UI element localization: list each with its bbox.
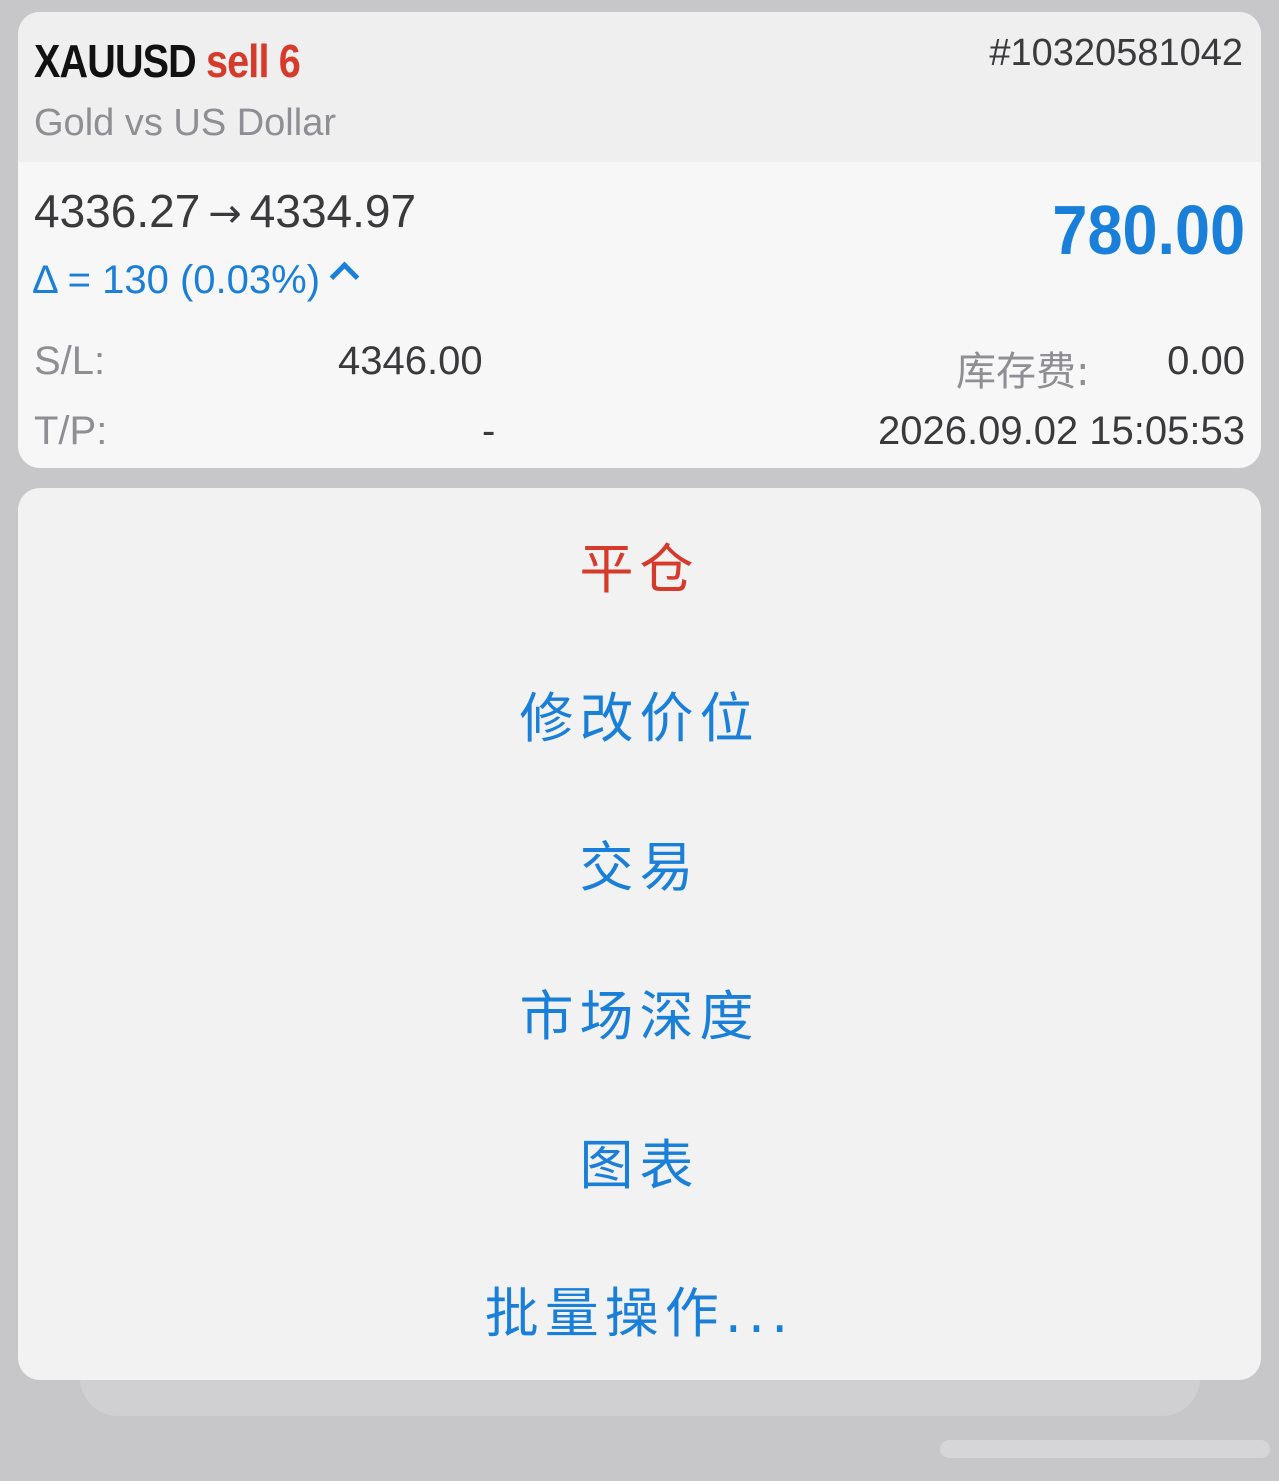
- swap-label: 库存费:: [956, 349, 1090, 395]
- symbol-name: XAUUSD: [34, 35, 197, 87]
- trade-button[interactable]: 交易: [18, 792, 1261, 932]
- bulk-operations-button[interactable]: 批量操作...: [18, 1238, 1261, 1378]
- current-price: 4334.97: [249, 185, 417, 237]
- chevron-up-icon: [329, 261, 360, 292]
- tp-label: T/P:: [34, 409, 108, 453]
- side-volume: sell 6: [206, 35, 301, 87]
- sl-label: S/L:: [34, 339, 106, 383]
- close-position-button[interactable]: 平仓: [18, 494, 1261, 634]
- price-line: 4336.27 → 4334.97: [34, 184, 416, 238]
- sl-value: 4346.00: [338, 339, 483, 383]
- open-time: 2026.09.02 15:05:53: [877, 409, 1245, 453]
- arrow-right-icon: →: [208, 191, 242, 237]
- tp-value: -: [482, 409, 496, 453]
- symbol-description: Gold vs US Dollar: [34, 102, 336, 144]
- price-delta: Δ = 130 (0.03%): [32, 258, 360, 303]
- swap-value: 0.00: [1167, 339, 1245, 383]
- ticket-number: #10320581042: [989, 32, 1243, 74]
- market-depth-button[interactable]: 市场深度: [18, 941, 1261, 1081]
- profit-value: 780.00: [1052, 191, 1245, 269]
- tab-bar-background: [80, 1378, 1200, 1416]
- delta-text: Δ = 130 (0.03%): [32, 258, 321, 302]
- home-indicator: [940, 1440, 1270, 1458]
- action-sheet: 平仓 修改价位 交易 市场深度 图表 批量操作...: [18, 488, 1261, 1380]
- open-price: 4336.27: [34, 185, 201, 237]
- chart-button[interactable]: 图表: [18, 1090, 1261, 1230]
- position-card: XAUUSD sell 6 #10320581042 Gold vs US Do…: [18, 12, 1261, 468]
- position-symbol-line: XAUUSD sell 6: [34, 34, 301, 88]
- position-header: XAUUSD sell 6 #10320581042 Gold vs US Do…: [18, 12, 1261, 162]
- modify-levels-button[interactable]: 修改价位: [18, 643, 1261, 783]
